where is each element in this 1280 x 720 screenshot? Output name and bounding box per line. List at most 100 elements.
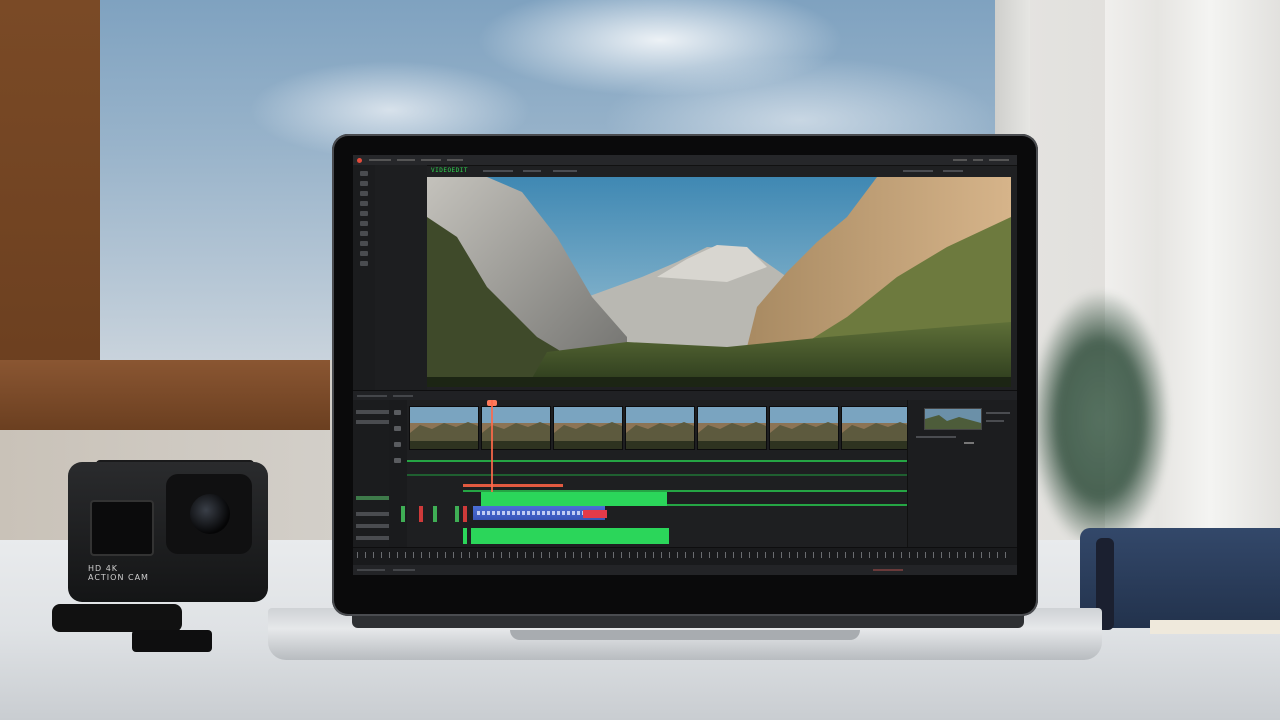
razor-tool-icon[interactable] [360,181,368,186]
ruler-tick [885,552,886,558]
ruler-tick [821,552,822,558]
ruler-tick [933,552,934,558]
camera-screen [90,500,154,556]
ruler-tick [893,552,894,558]
camera-mount [52,600,212,652]
track-select-icon[interactable] [360,251,368,256]
ruler-tick [765,552,766,558]
source-monitor-thumb[interactable] [924,408,982,430]
ruler-tick [949,552,950,558]
track-controls [389,400,407,565]
ruler-tick [837,552,838,558]
rate-stretch-icon[interactable] [360,261,368,266]
ruler-tick [605,552,606,558]
track-label-v1 [356,420,390,424]
ruler-tick [973,552,974,558]
ruler-tick [621,552,622,558]
timeline-ruler[interactable] [353,547,1017,566]
camera-lens [190,494,230,534]
ruler-tick [445,552,446,558]
ruler-tick [437,552,438,558]
source-panel [907,400,1017,565]
ruler-tick [477,552,478,558]
timeline[interactable] [401,400,911,565]
mute-icon[interactable] [394,442,401,447]
ruler-tick [557,552,558,558]
ruler-tick [965,552,966,558]
eye-icon[interactable] [394,410,401,415]
ruler-tick [565,552,566,558]
status-bar [353,565,1017,575]
ruler-tick [581,552,582,558]
keyframe-marker [463,506,467,522]
ruler-tick [525,552,526,558]
music-clip[interactable] [471,528,669,544]
ruler-tick [661,552,662,558]
ruler-tick [693,552,694,558]
ruler-tick [533,552,534,558]
track-label-a3 [356,524,390,528]
ruler-tick [501,552,502,558]
tool-strip [353,165,376,390]
photo-scene: HD 4K ACTION CAM VIDEOEDIT [0,0,1280,720]
clip-thumbnail[interactable] [409,406,479,450]
clip-thumbnail[interactable] [697,406,767,450]
track-label-v2 [356,410,390,414]
viewer-label: VIDEOEDIT [431,167,469,174]
audio-clip[interactable] [481,492,667,506]
clip-thumbnail[interactable] [553,406,623,450]
ruler-tick [629,552,630,558]
track-divider [407,460,907,462]
ruler-tick [845,552,846,558]
ruler-tick [645,552,646,558]
ruler-tick [853,552,854,558]
close-icon[interactable] [357,158,362,163]
ruler-tick [709,552,710,558]
playhead[interactable] [491,400,493,492]
ruler-tick [421,552,422,558]
zoom-tool-icon[interactable] [360,201,368,206]
ruler-tick [981,552,982,558]
solo-icon[interactable] [394,458,401,463]
notebook [1080,528,1280,640]
ruler-tick [373,552,374,558]
ruler-tick [365,552,366,558]
ripple-tool-icon[interactable] [360,241,368,246]
slip-tool-icon[interactable] [360,231,368,236]
pen-tool-icon[interactable] [360,221,368,226]
ruler-tick [941,552,942,558]
program-monitor[interactable] [427,177,1011,387]
ruler-tick [813,552,814,558]
ruler-tick [509,552,510,558]
menu-bar [353,155,1017,166]
ruler-tick [549,552,550,558]
track-divider [407,474,907,476]
lock-icon[interactable] [394,426,401,431]
ruler-tick [989,552,990,558]
marker-clip[interactable] [583,510,607,518]
ruler-tick [637,552,638,558]
ruler-tick [909,552,910,558]
laptop-trackpad-notch [510,630,860,640]
ruler-tick [701,552,702,558]
camera-label: HD 4K ACTION CAM [88,564,149,582]
text-tool-icon[interactable] [360,211,368,216]
ruler-tick [541,552,542,558]
ruler-tick [805,552,806,558]
clip-thumbnail[interactable] [625,406,695,450]
keyframe-marker [419,506,423,522]
ruler-tick [869,552,870,558]
ruler-tick [789,552,790,558]
effects-panel [375,165,427,390]
ruler-tick [1005,552,1006,558]
ruler-tick [669,552,670,558]
landscape-frame [427,177,1011,387]
hand-tool-icon[interactable] [360,191,368,196]
clip-thumbnail[interactable] [769,406,839,450]
keyframe-marker [401,506,405,522]
select-tool-icon[interactable] [360,171,368,176]
track-label-a1 [356,496,390,500]
ruler-tick [717,552,718,558]
clip-thumbnail[interactable] [841,406,911,450]
ruler-tick [781,552,782,558]
